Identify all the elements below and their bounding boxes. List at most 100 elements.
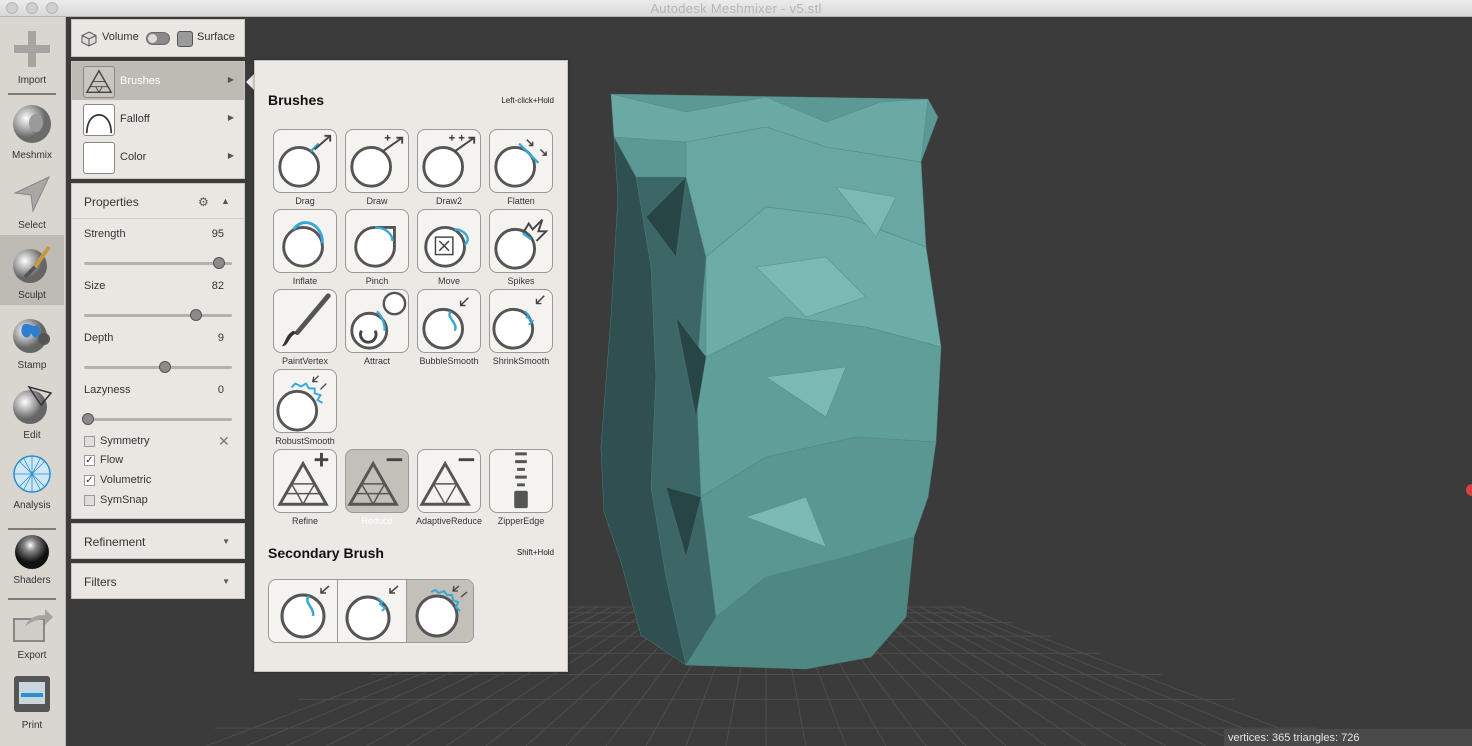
brush-name: Attract	[363, 356, 390, 366]
chevron-down-icon: ▼	[222, 537, 230, 546]
refinement-panel[interactable]: Refinement ▼	[71, 523, 245, 559]
symmetry-checkbox[interactable]	[84, 436, 95, 447]
secondary-bubblesmooth-option[interactable]	[269, 580, 337, 642]
brush-inflate[interactable]: Inflate	[272, 209, 338, 289]
wrench-icon[interactable]: ✕	[218, 433, 230, 450]
lazyness-slider[interactable]	[82, 413, 232, 425]
stamp-icon	[13, 319, 50, 353]
slider-knob[interactable]	[190, 309, 203, 321]
secondary-brush-selector	[268, 579, 474, 643]
drag-brush-icon	[273, 129, 337, 193]
secondary-brush-title: Secondary Brush	[268, 545, 384, 561]
brush-shrinksmooth[interactable]: ShrinkSmooth	[488, 289, 554, 369]
properties-title: Properties	[84, 195, 139, 209]
depth-value[interactable]: 9	[218, 332, 224, 344]
secondary-shrinksmooth-option[interactable]	[338, 580, 406, 642]
strength-value[interactable]: 95	[212, 228, 224, 240]
brush-move[interactable]: Move	[416, 209, 482, 289]
spikes-brush-icon	[489, 209, 553, 273]
chevron-down-icon: ▼	[222, 577, 230, 586]
brush-robustsmooth[interactable]: RobustSmooth	[272, 369, 338, 449]
brush-drag[interactable]: Drag	[272, 129, 338, 209]
brush-draw2[interactable]: Draw2	[416, 129, 482, 209]
brush-flatten[interactable]: Flatten	[488, 129, 554, 209]
select-button[interactable]: Select	[0, 165, 64, 235]
volume-surface-toggle[interactable]	[146, 32, 170, 45]
strength-slider[interactable]	[84, 257, 232, 269]
brush-name: Reduce	[361, 516, 393, 526]
slider-knob[interactable]	[82, 413, 95, 425]
brush-refine[interactable]: Refine	[272, 449, 338, 529]
falloff-category[interactable]: Falloff ▶	[72, 100, 244, 138]
brush-name: Draw	[366, 196, 388, 206]
secondary-robustsmooth-option[interactable]	[407, 580, 473, 642]
edit-sphere-icon	[13, 385, 53, 424]
slider-knob[interactable]	[212, 257, 225, 269]
print-button[interactable]: Print	[0, 665, 64, 735]
window-title: Autodesk Meshmixer - v5.stl	[650, 1, 822, 16]
reduce-brush-icon	[345, 449, 409, 513]
bubblesmooth-brush-icon	[417, 289, 481, 353]
import-button[interactable]: Import	[0, 20, 64, 90]
gear-icon[interactable]: ⚙	[198, 195, 209, 209]
brush-name: Spikes	[507, 276, 535, 286]
brush-draw[interactable]: Draw	[344, 129, 410, 209]
refine-brush-icon	[273, 449, 337, 513]
flow-checkbox[interactable]: ✓	[84, 455, 95, 466]
volumetric-checkbox[interactable]: ✓	[84, 475, 95, 486]
sculpt-button[interactable]: Sculpt	[0, 235, 64, 305]
depth-slider[interactable]	[84, 361, 232, 373]
chevron-right-icon: ▶	[227, 75, 234, 84]
mesh-stats: vertices: 365 triangles: 726	[1224, 729, 1472, 746]
brush-name: Pinch	[365, 276, 389, 286]
shaders-button[interactable]: Shaders	[0, 520, 64, 590]
filters-panel[interactable]: Filters ▼	[71, 563, 245, 599]
robustsmooth-icon	[415, 585, 468, 638]
lazyness-label: Lazyness	[84, 384, 131, 396]
transform-gizmo-handle[interactable]	[1466, 484, 1472, 496]
brush-name: Inflate	[292, 276, 318, 286]
collapse-up-icon[interactable]: ▲	[221, 196, 230, 206]
brush-name: Flatten	[507, 196, 535, 206]
plus-icon	[14, 31, 50, 67]
draw-brush-icon	[345, 129, 409, 193]
brush-paintvertex[interactable]: PaintVertex	[272, 289, 338, 369]
draw2-brush-icon	[417, 129, 481, 193]
brushes-category[interactable]: Brushes ▶	[72, 62, 244, 100]
export-icon	[13, 609, 53, 642]
analysis-mesh-icon	[13, 455, 51, 493]
slider-knob[interactable]	[159, 361, 172, 373]
flatten-brush-icon	[489, 129, 553, 193]
brush-attract[interactable]: Attract	[344, 289, 410, 369]
brush-zipperedge[interactable]: ZipperEdge	[488, 449, 554, 529]
color-category[interactable]: Color ▶	[72, 138, 244, 176]
popup-title: Brushes	[268, 92, 325, 108]
depth-label: Depth	[84, 332, 114, 344]
symmetry-label: Symmetry	[100, 435, 150, 447]
analysis-button[interactable]: Analysis	[0, 445, 64, 515]
paintvertex-brush-icon	[273, 289, 337, 353]
mode-bar: Volume Surface	[71, 19, 245, 57]
cube-icon	[81, 31, 97, 47]
brush-spikes[interactable]: Spikes	[488, 209, 554, 289]
zipperedge-brush-icon	[489, 449, 553, 513]
color-swatch	[83, 142, 115, 174]
brush-name: RobustSmooth	[275, 436, 335, 446]
symsnap-checkbox[interactable]	[84, 495, 95, 506]
meshmix-button[interactable]: Meshmix	[0, 95, 64, 165]
mesh-model[interactable]	[600, 93, 942, 670]
sculpt-brush-icon	[13, 245, 51, 283]
size-slider[interactable]	[84, 309, 232, 321]
brush-bubblesmooth[interactable]: BubbleSmooth	[416, 289, 482, 369]
brush-category-list: Brushes ▶ Falloff ▶ Color ▶	[71, 61, 245, 179]
size-value[interactable]: 82	[212, 280, 224, 292]
shrinksmooth-brush-icon	[489, 289, 553, 353]
brush-adaptivereduce[interactable]: AdaptiveReduce	[416, 449, 482, 529]
export-button[interactable]: Export	[0, 595, 64, 665]
lazyness-value[interactable]: 0	[218, 384, 224, 396]
stamp-button[interactable]: Stamp	[0, 305, 64, 375]
brush-pinch[interactable]: Pinch	[344, 209, 410, 289]
properties-panel: Properties ⚙ ▲ Strength 95 Size 82 Depth…	[71, 183, 245, 519]
brush-reduce[interactable]: Reduce	[344, 449, 410, 529]
edit-button[interactable]: Edit	[0, 375, 64, 445]
